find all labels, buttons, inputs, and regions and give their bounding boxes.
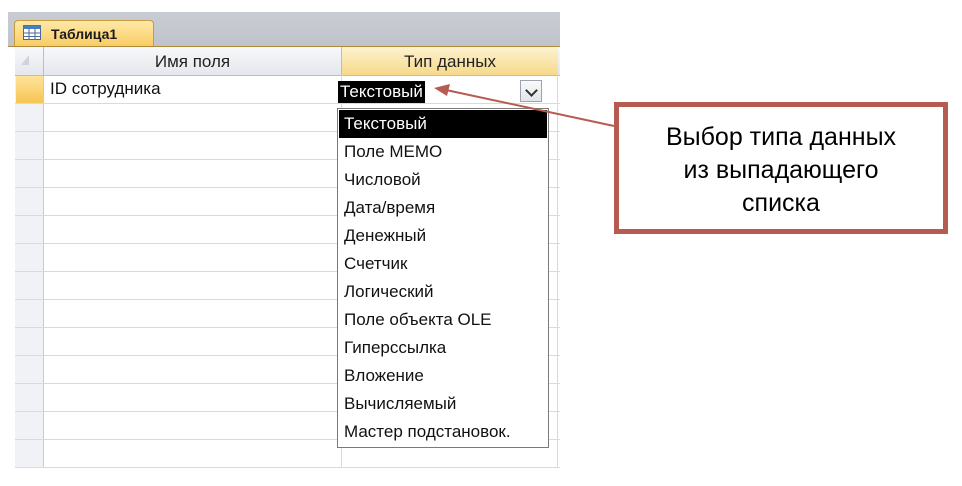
- dropdown-option-currency[interactable]: Денежный: [339, 222, 547, 250]
- data-type-dropdown[interactable]: Текстовый Поле MEMO Числовой Дата/время …: [337, 108, 549, 448]
- grid-line: [557, 75, 558, 468]
- chevron-down-icon: [525, 84, 538, 97]
- grid-header: Имя поля Тип данных: [15, 47, 560, 76]
- row-selector-column: [15, 47, 44, 468]
- dropdown-option-ole[interactable]: Поле объекта OLE: [339, 306, 547, 334]
- field-grid: Имя поля Тип данных ID сотрудника Тексто…: [8, 47, 560, 468]
- dropdown-option-attachment[interactable]: Вложение: [339, 362, 547, 390]
- annotation-callout: Выбор типа данных из выпадающего списка: [614, 102, 948, 234]
- row-selector-current[interactable]: [16, 76, 43, 104]
- dropdown-option-autonumber[interactable]: Счетчик: [339, 250, 547, 278]
- document-tab-strip: Таблица1: [8, 12, 560, 47]
- data-type-combo[interactable]: Текстовый: [336, 80, 548, 104]
- tab-table1[interactable]: Таблица1: [14, 20, 154, 46]
- callout-line-1: Выбор типа данных: [665, 123, 897, 151]
- dropdown-option-memo[interactable]: Поле MEMO: [339, 138, 547, 166]
- dropdown-button[interactable]: [520, 80, 542, 102]
- corner-triangle-icon: [21, 55, 29, 65]
- field-name-cell[interactable]: ID сотрудника: [50, 79, 161, 99]
- dropdown-option-number[interactable]: Числовой: [339, 166, 547, 194]
- column-header-data-type[interactable]: Тип данных: [342, 47, 558, 75]
- grid-line: [15, 467, 560, 468]
- column-header-field-name[interactable]: Имя поля: [44, 47, 342, 75]
- select-all-corner[interactable]: [15, 47, 44, 75]
- dropdown-option-boolean[interactable]: Логический: [339, 278, 547, 306]
- dropdown-option-datetime[interactable]: Дата/время: [339, 194, 547, 222]
- table-icon: [23, 25, 41, 40]
- tab-label: Таблица1: [51, 26, 118, 42]
- dropdown-option-calculated[interactable]: Вычисляемый: [339, 390, 547, 418]
- dropdown-option-hyperlink[interactable]: Гиперссылка: [339, 334, 547, 362]
- callout-line-2: из выпадающего: [683, 156, 879, 184]
- table-design-window: Таблица1 Имя поля Тип данных ID сотрудни…: [8, 12, 560, 468]
- dropdown-option-text[interactable]: Текстовый: [339, 110, 547, 138]
- combo-selected-value[interactable]: Текстовый: [338, 81, 425, 103]
- dropdown-option-lookup-wizard[interactable]: Мастер подстановок.: [339, 418, 547, 446]
- callout-line-3: списка: [742, 189, 820, 217]
